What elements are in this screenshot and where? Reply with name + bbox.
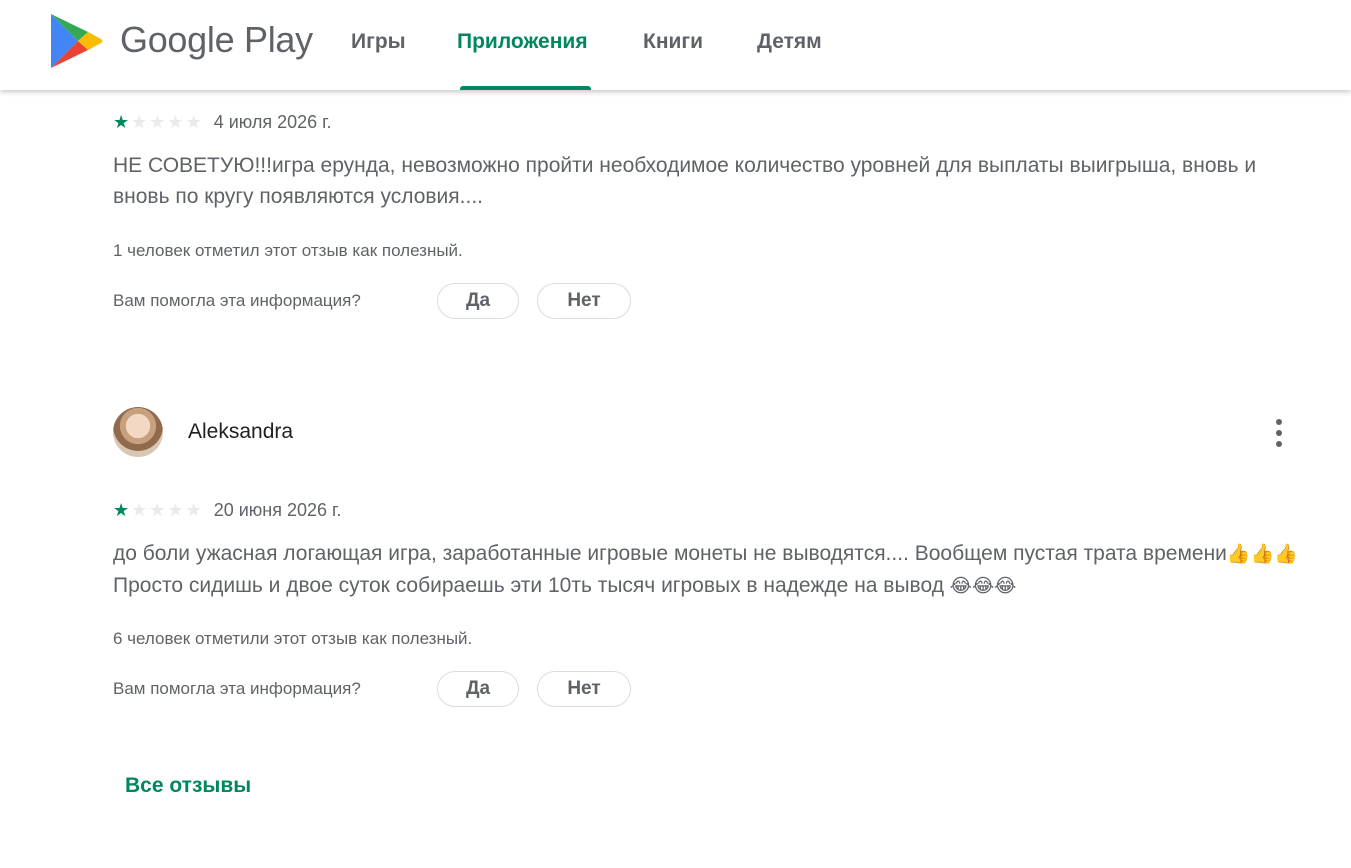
helpful-question: Вам помогла эта информация? xyxy=(113,291,361,310)
star-icon: ★ xyxy=(185,112,202,132)
star-icon: ★ xyxy=(149,112,166,132)
helpful-no-button[interactable]: Нет xyxy=(537,283,631,319)
star-icon: ★ xyxy=(113,500,130,520)
active-tab-indicator xyxy=(460,86,591,90)
review-text: до боли ужасная логающая игра, заработан… xyxy=(113,538,1303,602)
tab-games[interactable]: Игры xyxy=(351,30,406,54)
review-date: 20 июня 2026 г. xyxy=(213,499,342,520)
google-play-wordmark[interactable]: Google Play xyxy=(120,19,313,61)
helpful-count: 6 человек отметили этот отзыв как полезн… xyxy=(113,629,473,648)
thumbs-up-emoji: 👍👍👍 xyxy=(1226,544,1298,565)
helpful-count: 1 человек отметил этот отзыв как полезны… xyxy=(113,241,463,260)
helpful-no-button[interactable]: Нет xyxy=(537,671,631,707)
star-icon: ★ xyxy=(167,500,184,520)
helpful-yes-button[interactable]: Да xyxy=(437,283,519,319)
review-author: Aleksandra xyxy=(188,420,294,443)
review-text-part: Просто сидишь и двое суток собираешь эти… xyxy=(113,574,950,597)
helpful-yes-button[interactable]: Да xyxy=(437,671,519,707)
tab-kids[interactable]: Детям xyxy=(757,30,822,54)
star-rating: ★ ★ ★ ★ ★ xyxy=(113,501,202,519)
star-rating: ★ ★ ★ ★ ★ xyxy=(113,113,202,131)
review-text-part: до боли ужасная логающая игра, заработан… xyxy=(113,542,1227,565)
review-text: НЕ СОВЕТУЮ!!!игра ерунда, невозможно про… xyxy=(113,154,1257,208)
review-date: 4 июля 2026 г. xyxy=(213,111,332,132)
star-icon: ★ xyxy=(113,112,130,132)
tab-apps[interactable]: Приложения xyxy=(457,30,588,54)
google-play-logo-icon[interactable] xyxy=(48,12,104,70)
star-icon: ★ xyxy=(167,112,184,132)
review-rating-row: ★ ★ ★ ★ ★ 20 июня 2026 г. xyxy=(113,498,341,522)
all-reviews-link[interactable]: Все отзывы xyxy=(125,774,251,798)
laughing-emoji: 😂😂😂 xyxy=(949,576,1017,597)
star-icon: ★ xyxy=(149,500,166,520)
helpful-question: Вам помогла эта информация? xyxy=(113,679,361,698)
star-icon: ★ xyxy=(131,112,148,132)
avatar xyxy=(113,407,163,457)
more-vert-icon[interactable] xyxy=(1264,414,1294,452)
tab-books[interactable]: Книги xyxy=(643,30,703,54)
review-rating-row: ★ ★ ★ ★ ★ 4 июля 2026 г. xyxy=(113,110,332,134)
star-icon: ★ xyxy=(185,500,202,520)
star-icon: ★ xyxy=(131,500,148,520)
top-app-bar: Google Play Игры Приложения Книги Детям xyxy=(0,0,1351,90)
